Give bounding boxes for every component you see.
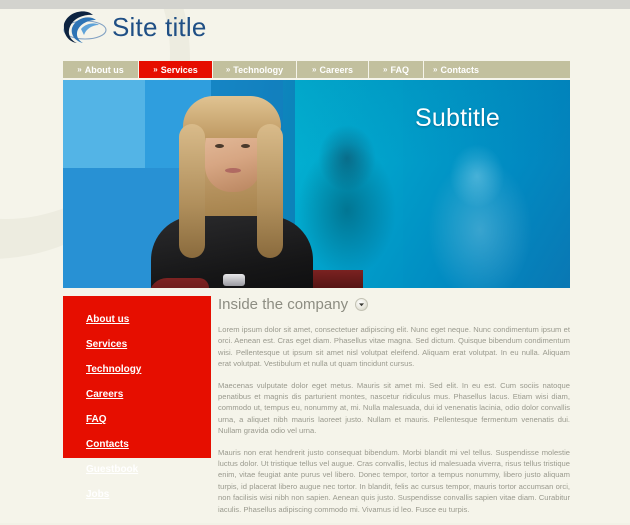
nav-item-faq[interactable]: » FAQ <box>369 61 424 78</box>
nav-item-label: Careers <box>319 64 353 75</box>
nav-item-label: Services <box>160 64 198 75</box>
nav-chevron-icon: » <box>153 65 158 74</box>
hero-photo-woman <box>149 96 314 288</box>
nav-item-services[interactable]: » Services <box>139 61 213 78</box>
sidebar-item-label[interactable]: FAQ <box>86 414 107 425</box>
hero-tone-block <box>63 80 145 168</box>
figure-wristwatch <box>223 274 245 286</box>
nav-chevron-icon: » <box>77 65 82 74</box>
figure-eye-left <box>215 144 224 148</box>
sidebar-item-label[interactable]: Services <box>86 339 127 350</box>
nav-item-contacts[interactable]: » Contacts <box>424 61 570 78</box>
chevron-down-icon[interactable] <box>355 298 369 311</box>
nav-chevron-icon: » <box>433 65 438 74</box>
nav-chevron-icon: » <box>312 65 317 74</box>
sidebar-item-about-us[interactable]: About us <box>86 309 211 327</box>
sidebar-menu: About us Services Technology Careers FAQ… <box>63 296 211 500</box>
sidebar-item-jobs[interactable]: Jobs <box>86 484 211 502</box>
content-paragraph: Mauris non erat hendrerit justo consequa… <box>218 447 570 514</box>
nav-item-about-us[interactable]: » About us <box>63 61 139 78</box>
nav-item-careers[interactable]: » Careers <box>297 61 369 78</box>
sidebar-item-label[interactable]: Guestbook <box>86 464 138 475</box>
site-header: Site title <box>62 8 562 54</box>
figure-hair-strand-left <box>179 124 205 258</box>
sidebar-item-guestbook[interactable]: Guestbook <box>86 459 211 477</box>
hero-chair-left <box>149 278 209 288</box>
nav-item-label: FAQ <box>390 64 409 75</box>
page-title: Inside the company <box>218 296 349 313</box>
figure-lips <box>225 168 241 173</box>
content-header: Inside the company <box>218 296 570 313</box>
sidebar-list: About us Services Technology Careers FAQ… <box>63 296 211 502</box>
lower-section: About us Services Technology Careers FAQ… <box>63 288 570 523</box>
swoosh-logo-icon <box>62 8 108 46</box>
nav-chevron-icon: » <box>225 65 231 74</box>
sidebar-item-services[interactable]: Services <box>86 334 211 352</box>
nav-item-label: About us <box>84 64 124 75</box>
hero-subtitle: Subtitle <box>415 104 500 132</box>
logo[interactable]: Site title <box>62 8 562 46</box>
sidebar-item-contacts[interactable]: Contacts <box>86 434 211 452</box>
nav-item-label: Contacts <box>440 64 479 75</box>
sidebar-item-label[interactable]: Jobs <box>86 489 109 500</box>
hero-banner: Subtitle <box>63 80 570 288</box>
main-content: Inside the company Lorem ipsum dolor sit… <box>218 296 570 525</box>
figure-hair-strand-right <box>257 124 283 258</box>
sidebar-item-faq[interactable]: FAQ <box>86 409 211 427</box>
content-paragraph: Maecenas vulputate dolor eget metus. Mau… <box>218 380 570 436</box>
figure-eye-right <box>241 144 250 148</box>
site-title: Site title <box>112 11 207 42</box>
sidebar-item-technology[interactable]: Technology <box>86 359 211 377</box>
nav-chevron-icon: » <box>383 65 388 74</box>
main-navigation: » About us » Services » Technology » Car… <box>63 61 570 78</box>
sidebar-item-label[interactable]: About us <box>86 314 129 325</box>
sidebar-item-label[interactable]: Technology <box>86 364 141 375</box>
sidebar-item-label[interactable]: Contacts <box>86 439 129 450</box>
nav-item-technology[interactable]: » Technology <box>213 61 297 78</box>
sidebar-item-careers[interactable]: Careers <box>86 384 211 402</box>
sidebar-item-label[interactable]: Careers <box>86 389 123 400</box>
content-paragraph: Lorem ipsum dolor sit amet, consectetuer… <box>218 325 570 369</box>
nav-item-label: Technology <box>233 64 284 75</box>
